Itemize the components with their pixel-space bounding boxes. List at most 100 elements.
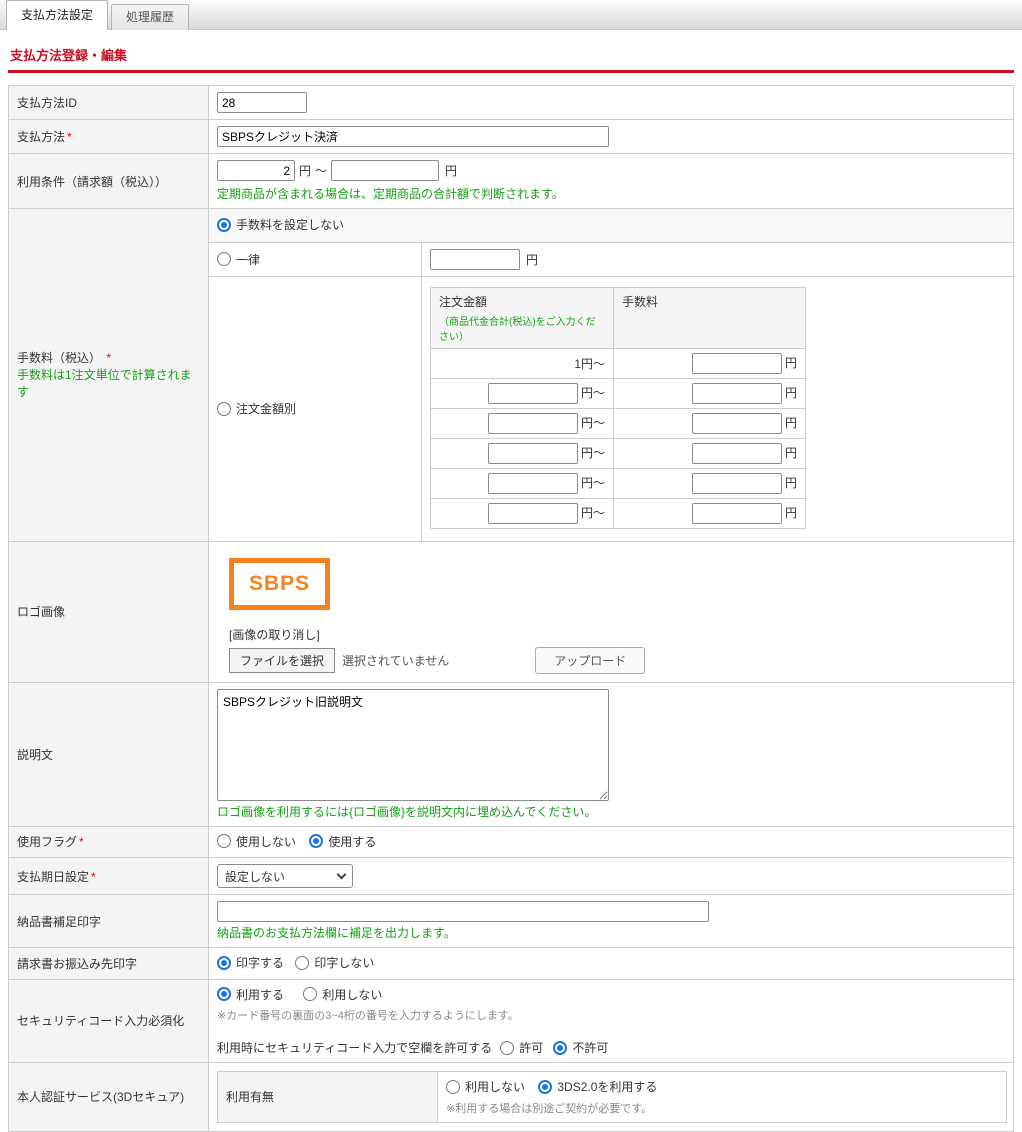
- 3ds-use-label: 3DS2.0を利用する: [557, 1078, 657, 1095]
- radio-icon[interactable]: [553, 1041, 567, 1055]
- fee-none-radio-option[interactable]: 手数料を設定しない: [217, 216, 344, 233]
- radio-icon[interactable]: [217, 956, 231, 970]
- invoice-print-off-option[interactable]: 印字しない: [295, 954, 374, 971]
- row-logo-image: ロゴ画像 SBPS [画像の取り消し] ファイルを選択 選択されていません アッ…: [9, 541, 1014, 682]
- payment-method-input[interactable]: [217, 126, 609, 147]
- yen-unit: 円: [445, 162, 457, 179]
- blank-deny-option[interactable]: 不許可: [553, 1039, 608, 1056]
- fee-by-amount-radio-option[interactable]: 注文金額別: [217, 400, 296, 417]
- fee-table-amount-note: （商品代金合計(税込)をご入力ください）: [439, 313, 605, 343]
- usage-condition-min-input[interactable]: [217, 160, 295, 181]
- upload-button[interactable]: アップロード: [535, 647, 645, 674]
- row-payment-id: 支払方法ID: [9, 86, 1014, 120]
- fee-amount-input[interactable]: [488, 443, 578, 464]
- yen-from-unit: 円～: [581, 506, 605, 520]
- logo-text: SBPS: [249, 572, 310, 595]
- tab-payment-settings[interactable]: 支払方法設定: [6, 0, 108, 30]
- yen-unit: 円: [785, 506, 797, 520]
- row-due-date: 支払期日設定* 設定しない: [9, 858, 1014, 895]
- blank-allow-label: 許可: [519, 1039, 543, 1056]
- logo-label: ロゴ画像: [9, 541, 209, 682]
- usage-condition-label: 利用条件（請求額（税込））: [9, 154, 209, 209]
- blank-deny-label: 不許可: [572, 1039, 608, 1056]
- choose-file-button[interactable]: ファイルを選択: [229, 648, 335, 673]
- fee-price-input[interactable]: [692, 443, 782, 464]
- required-mark: *: [91, 870, 96, 884]
- payment-logo-image: SBPS: [229, 558, 330, 610]
- fee-price-input[interactable]: [692, 353, 782, 374]
- yen-from-unit: 円～: [581, 476, 605, 490]
- radio-icon[interactable]: [217, 218, 231, 232]
- row-use-flag: 使用フラグ* 使用しない 使用する: [9, 826, 1014, 858]
- tab-processing-history[interactable]: 処理履歴: [111, 4, 189, 30]
- yen-unit: 円: [785, 446, 797, 460]
- delivery-note-note: 納品書のお支払方法欄に補足を出力します。: [217, 924, 1005, 941]
- 3d-secure-usage-label: 利用有無: [218, 1072, 438, 1123]
- delivery-note-input[interactable]: [217, 901, 709, 922]
- usage-condition-max-input[interactable]: [331, 160, 439, 181]
- radio-icon[interactable]: [309, 834, 323, 848]
- fee-amount-input[interactable]: [488, 413, 578, 434]
- security-code-note: ※カード番号の裏面の3~4桁の番号を入力するようにします。: [217, 1007, 1005, 1023]
- 3ds-use-option[interactable]: 3DS2.0を利用する: [538, 1078, 657, 1095]
- yen-unit: 円: [785, 386, 797, 400]
- invoice-print-off-label: 印字しない: [314, 954, 374, 971]
- blank-allow-option[interactable]: 許可: [500, 1039, 543, 1056]
- fee-table-row: 円～ 円: [431, 438, 806, 468]
- radio-icon[interactable]: [538, 1080, 552, 1094]
- fee-price-input[interactable]: [692, 413, 782, 434]
- due-date-select[interactable]: 設定しない: [217, 864, 353, 888]
- remove-image-link[interactable]: [画像の取り消し]: [229, 626, 1005, 643]
- delivery-note-label: 納品書補足印字: [9, 895, 209, 948]
- row-delivery-note: 納品書補足印字 納品書のお支払方法欄に補足を出力します。: [9, 895, 1014, 948]
- use-flag-on-option[interactable]: 使用する: [309, 833, 376, 850]
- required-mark: *: [106, 351, 111, 365]
- row-security-code: セキュリティコード入力必須化 利用する 利用しない ※カード番号の裏面の3~4桁…: [9, 979, 1014, 1063]
- invoice-print-on-option[interactable]: 印字する: [217, 954, 284, 971]
- fee-price-input[interactable]: [692, 473, 782, 494]
- fee-price-input[interactable]: [692, 383, 782, 404]
- fee-label: 手数料（税込）: [17, 351, 101, 365]
- fee-flat-radio-option[interactable]: 一律: [217, 251, 260, 268]
- fee-table-row: 円～ 円: [431, 408, 806, 438]
- radio-icon[interactable]: [217, 252, 231, 266]
- yen-from-unit: 円～: [581, 416, 605, 430]
- security-code-use-option[interactable]: 利用する: [217, 986, 284, 1003]
- invoice-print-on-label: 印字する: [236, 954, 284, 971]
- required-mark: *: [79, 835, 84, 849]
- radio-icon[interactable]: [500, 1041, 514, 1055]
- radio-icon[interactable]: [217, 987, 231, 1001]
- fee-none-label: 手数料を設定しない: [236, 216, 344, 233]
- use-flag-off-option[interactable]: 使用しない: [217, 833, 296, 850]
- tab-label: 支払方法設定: [21, 8, 93, 22]
- yen-unit: 円: [785, 416, 797, 430]
- description-textarea[interactable]: SBPSクレジット旧説明文: [217, 689, 609, 801]
- fee-flat-input[interactable]: [430, 249, 520, 270]
- security-code-label: セキュリティコード入力必須化: [9, 979, 209, 1063]
- payment-method-label: 支払方法: [17, 130, 65, 144]
- use-flag-on-label: 使用する: [328, 833, 376, 850]
- radio-icon[interactable]: [303, 987, 317, 1001]
- fee-amount-input[interactable]: [488, 503, 578, 524]
- 3ds-not-use-option[interactable]: 利用しない: [446, 1078, 525, 1095]
- section-heading: 支払方法登録・編集: [8, 45, 1014, 73]
- fee-amount-input[interactable]: [488, 473, 578, 494]
- radio-icon[interactable]: [446, 1080, 460, 1094]
- fee-amount-input[interactable]: [488, 383, 578, 404]
- radio-icon[interactable]: [295, 956, 309, 970]
- file-status-text: 選択されていません: [342, 652, 449, 669]
- due-date-label: 支払期日設定: [17, 870, 89, 884]
- fee-by-amount-table: 注文金額 （商品代金合計(税込)をご入力ください） 手数料 1円～ 円 円～: [430, 287, 806, 529]
- payment-id-input[interactable]: [217, 92, 307, 113]
- row-usage-condition: 利用条件（請求額（税込）） 円 ～ 円 定期商品が含まれる場合は、定期商品の合計…: [9, 154, 1014, 209]
- radio-icon[interactable]: [217, 834, 231, 848]
- fee-flat-label: 一律: [236, 251, 260, 268]
- fee-table-row: 円～ 円: [431, 378, 806, 408]
- chevron-down-icon: [337, 869, 347, 879]
- security-code-not-use-option[interactable]: 利用しない: [303, 986, 382, 1003]
- tilde: ～: [315, 162, 327, 179]
- radio-icon[interactable]: [217, 402, 231, 416]
- yen-unit: 円: [785, 356, 797, 370]
- tab-bar: 支払方法設定 処理履歴: [0, 0, 1022, 30]
- fee-price-input[interactable]: [692, 503, 782, 524]
